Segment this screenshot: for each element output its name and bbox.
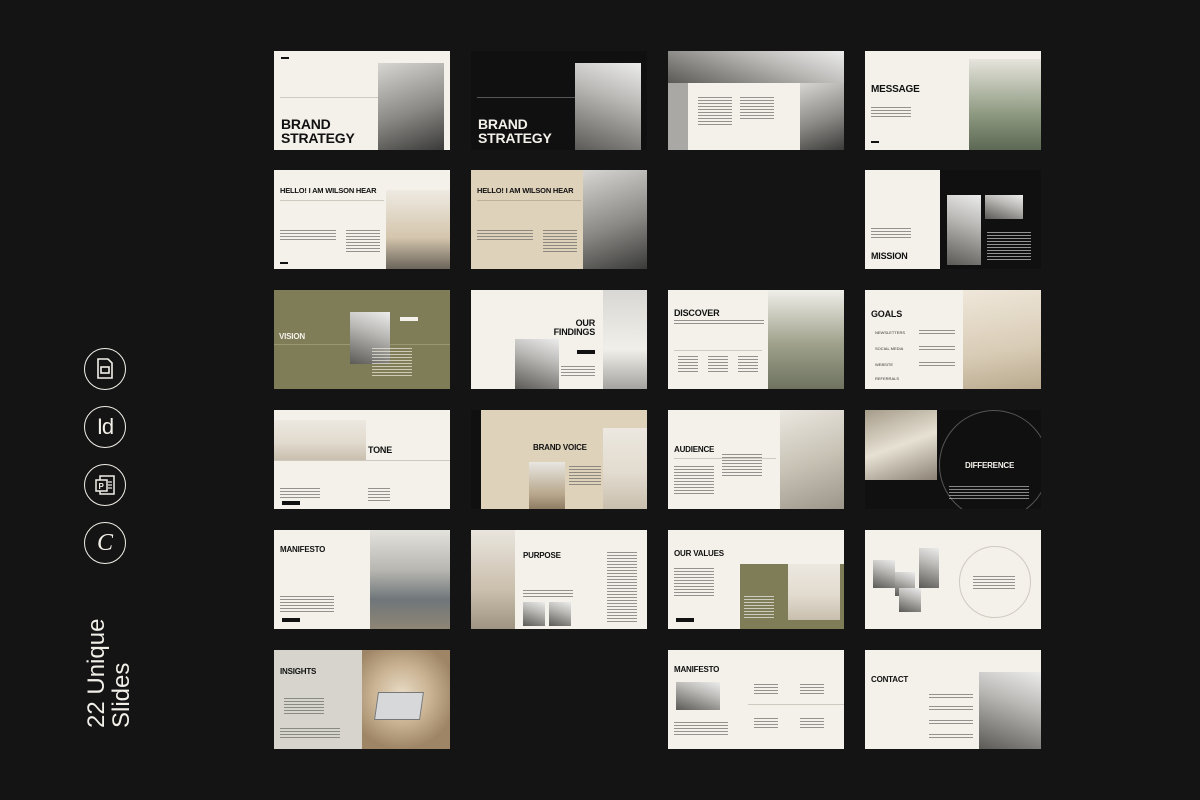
slide-title: INSIGHTS [280,667,317,676]
slide-discover[interactable]: DISCOVER [668,290,844,389]
slide-purpose[interactable]: PURPOSE [471,530,647,629]
slide-title: MANIFESTO [280,545,326,554]
slide-title: DIFFERENCE [965,461,1015,470]
slide-title: OUR VALUES [674,549,724,558]
small-photo [985,195,1023,219]
slide-title: CONTACT [871,675,909,684]
portrait-photo [575,63,641,150]
sofa-photo [788,564,840,620]
slide-title: OUR FINDINGS [553,318,596,337]
slide-vision[interactable]: VISION [274,290,450,389]
slide-hello-light[interactable]: HELLO! I AM WILSON HEAR [274,170,450,269]
decor-photo [865,410,937,480]
slide-title: MANIFESTO [674,665,720,674]
slide-title: HELLO! I AM WILSON HEAR [280,186,377,195]
seated-photo [768,290,844,389]
slide-insights[interactable]: INSIGHTS [274,650,450,749]
indesign-icon: Id [84,406,126,448]
seated-photo [963,290,1041,389]
app-icons-sidebar: Id P C [84,348,136,580]
slide-title: BRAND VOICE [533,443,587,452]
slide-difference[interactable]: DIFFERENCE [865,410,1041,509]
slide-our-values[interactable]: OUR VALUES [668,530,844,629]
slide-manifesto-1[interactable]: MANIFESTO [274,530,450,629]
laptop-screen [374,692,424,720]
slide-brand-strategy-dark[interactable]: BRAND STRATEGY [471,51,647,150]
chair-detail-photo [780,410,844,509]
canva-icon: C [84,522,126,564]
slide-our-findings[interactable]: OUR FINDINGS [471,290,647,389]
slide-title: BRAND STRATEGY [478,116,552,146]
slide-title: MESSAGE [871,84,920,95]
slide-title: BRAND STRATEGY [281,116,355,146]
slide-title: TONE [368,445,393,455]
goal-item: REFERRALS [875,376,900,381]
slide-brand-voice[interactable]: BRAND VOICE [471,410,647,509]
slide-title: AUDIENCE [674,445,715,454]
interior-photo [515,339,559,389]
reading-photo [979,672,1041,749]
goal-item: SOCIAL MEDIA [875,346,904,351]
portrait-photo [378,63,444,150]
goal-item: WEBSITE [875,362,894,367]
legs-photo [800,83,844,150]
seated-photo [386,190,450,269]
slide-mission[interactable]: MISSION [865,170,1041,269]
slide-message[interactable]: MESSAGE [865,51,1041,150]
svg-text:P: P [99,482,105,491]
suit-photo [947,195,981,265]
slide-audience[interactable]: AUDIENCE [668,410,844,509]
shoes-photo [529,462,565,509]
sofa-photo [274,420,366,460]
slide-title: VISION [279,332,305,341]
sofa-photo [370,530,450,629]
slide-brand-strategy-light[interactable]: BRAND STRATEGY [274,51,450,150]
slide-title: GOALS [871,309,903,319]
google-slides-icon [84,348,126,390]
chair-photo [603,428,647,509]
slide-title: DISCOVER [674,308,720,318]
goal-item: NEWSLETTERS [875,330,906,335]
powerpoint-icon: P [84,464,126,506]
unique-slides-label: 22 Unique Slides [83,598,135,728]
slide-agenda[interactable] [668,51,844,150]
slide-contact[interactable]: CONTACT [865,650,1041,749]
slide-manifesto-2[interactable]: MANIFESTO [668,650,844,749]
slide-goals[interactable]: GOALS NEWSLETTERS SOCIAL MEDIA WEBSITE R… [865,290,1041,389]
slide-hello-beige[interactable]: HELLO! I AM WILSON HEAR [471,170,647,269]
feet-photo [668,51,844,83]
torso-photo [603,290,647,389]
slide-collage[interactable] [865,530,1041,629]
slide-title: PURPOSE [523,551,561,560]
seated-photo [583,170,647,269]
photo [676,682,720,710]
slide-title: MISSION [871,251,908,261]
unique-slides-line2: Slides [108,662,135,728]
slide-tone[interactable]: TONE [274,410,450,509]
unique-slides-line1: 22 Unique [83,618,110,728]
reading-photo [969,59,1041,150]
seated-photo [471,530,515,629]
slide-title: HELLO! I AM WILSON HEAR [477,186,574,195]
